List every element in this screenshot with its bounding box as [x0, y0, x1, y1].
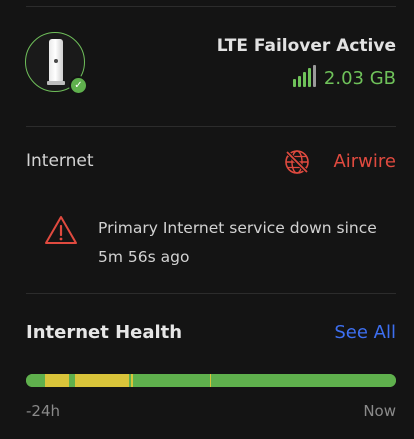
health-segment-good: [26, 374, 45, 387]
lte-data-usage: 2.03 GB: [323, 68, 396, 89]
section-divider: [26, 293, 396, 294]
outage-alert-message: Primary Internet service down since 5m 5…: [98, 219, 377, 266]
health-segment-good: [210, 374, 396, 387]
top-divider: [26, 6, 396, 7]
internet-health-timeline[interactable]: [26, 374, 396, 387]
globe-offline-icon: [285, 150, 309, 174]
warning-triangle-icon: [45, 216, 77, 244]
health-segment-good: [68, 374, 76, 387]
failover-status-title: LTE Failover Active: [216, 36, 396, 56]
health-segment-good: [133, 374, 210, 387]
timeline-end-label: Now: [363, 402, 396, 420]
wan-status-card: ✓ LTE Failover Active 2.03 GB Internet A…: [0, 0, 414, 439]
health-segment-degraded: [44, 374, 69, 387]
section-divider: [26, 126, 396, 127]
lte-device-body: [49, 39, 63, 83]
timeline-start-label: -24h: [26, 402, 61, 420]
see-all-link[interactable]: See All: [334, 322, 396, 343]
health-segment-degraded: [75, 374, 129, 387]
isp-name: Airwire: [333, 151, 396, 172]
lte-device-base: [47, 81, 65, 85]
signal-strength-icon: [293, 65, 316, 87]
check-badge-icon: ✓: [69, 76, 88, 95]
internet-health-title: Internet Health: [26, 322, 183, 343]
internet-label: Internet: [26, 151, 94, 171]
